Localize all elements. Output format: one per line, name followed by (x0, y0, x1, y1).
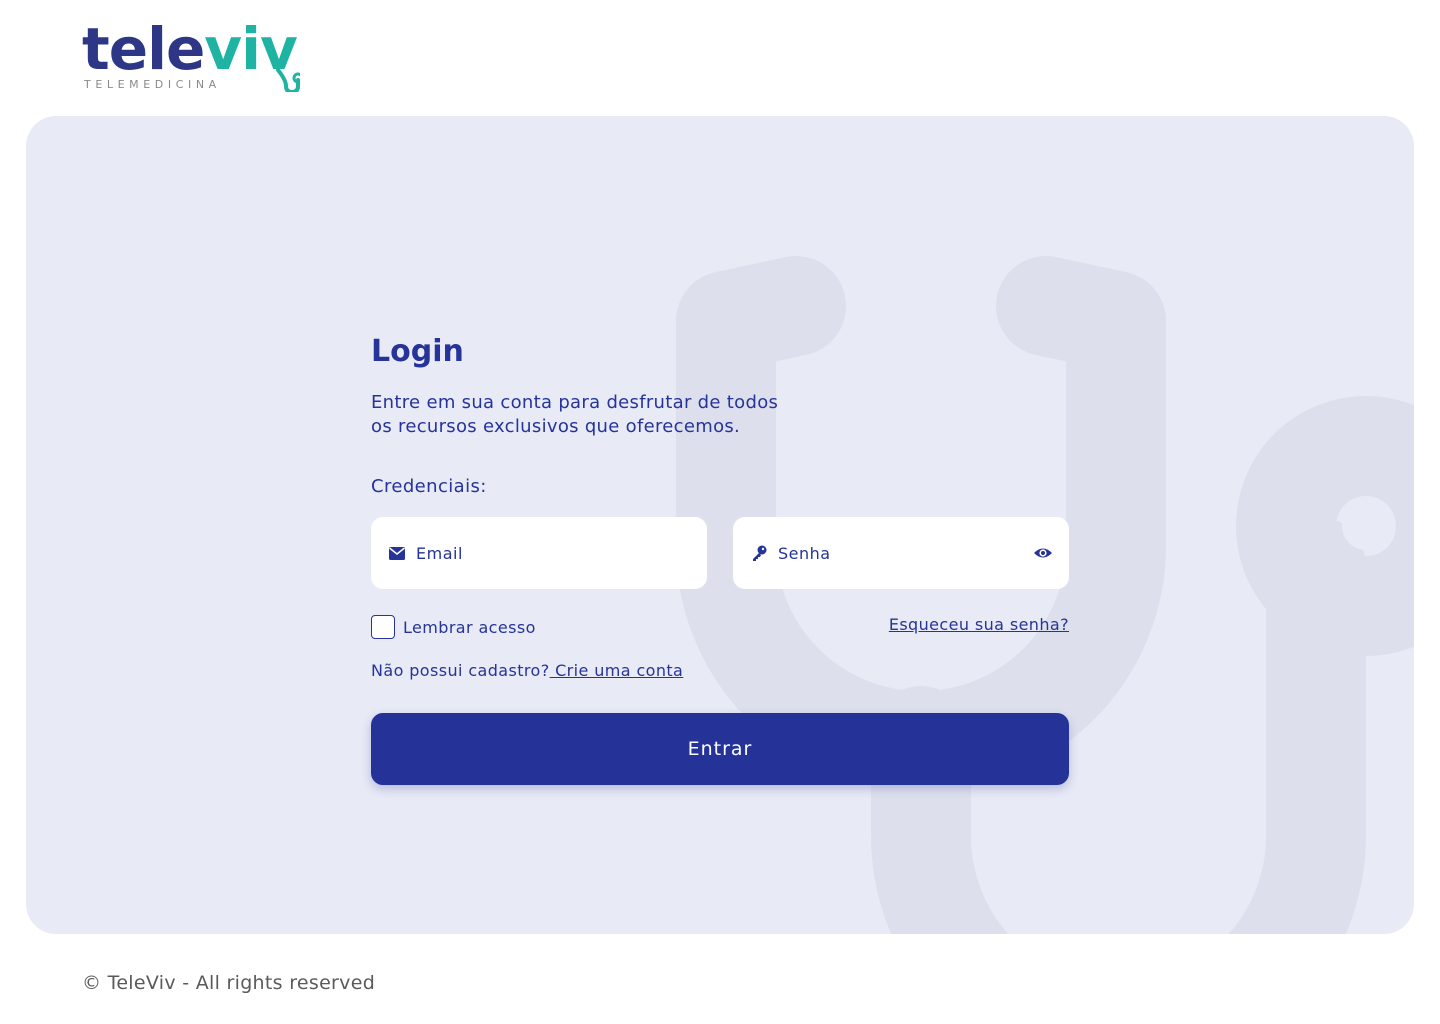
password-input[interactable] (778, 543, 1008, 563)
login-button[interactable]: Entrar (371, 713, 1069, 785)
envelope-icon (388, 544, 406, 562)
logo-tagline: TELEMEDICINA (84, 78, 221, 91)
credentials-label: Credenciais: (371, 476, 487, 497)
register-prompt: Não possui cadastro? Crie uma conta (371, 661, 683, 680)
remember-checkbox[interactable] (371, 615, 395, 639)
stethoscope-icon (276, 68, 300, 92)
create-account-link[interactable]: Crie uma conta (550, 661, 684, 680)
login-card: Login Entre em sua conta para desfrutar … (26, 116, 1414, 934)
login-subtitle-line2: os recursos exclusivos que oferecemos. (371, 416, 741, 437)
forgot-password-link[interactable]: Esqueceu sua senha? (889, 615, 1069, 634)
logo-wordmark-tele: tele (82, 15, 205, 83)
remember-label: Lembrar acesso (403, 617, 536, 637)
email-field[interactable] (371, 517, 707, 589)
login-subtitle: Entre em sua conta para desfrutar de tod… (371, 391, 851, 439)
copyright-footer: © TeleViv - All rights reserved (82, 972, 376, 994)
register-text: Não possui cadastro? (371, 661, 550, 680)
page-title: Login (371, 334, 464, 369)
televiv-logo: televiv TELEMEDICINA (82, 15, 322, 96)
email-input[interactable] (416, 543, 646, 563)
password-field[interactable] (733, 517, 1069, 589)
login-subtitle-line1: Entre em sua conta para desfrutar de tod… (371, 392, 779, 413)
login-form: Login Entre em sua conta para desfrutar … (371, 116, 1069, 934)
eye-icon[interactable] (1033, 544, 1053, 562)
key-icon (750, 544, 768, 562)
remember-access[interactable]: Lembrar acesso (371, 615, 536, 639)
